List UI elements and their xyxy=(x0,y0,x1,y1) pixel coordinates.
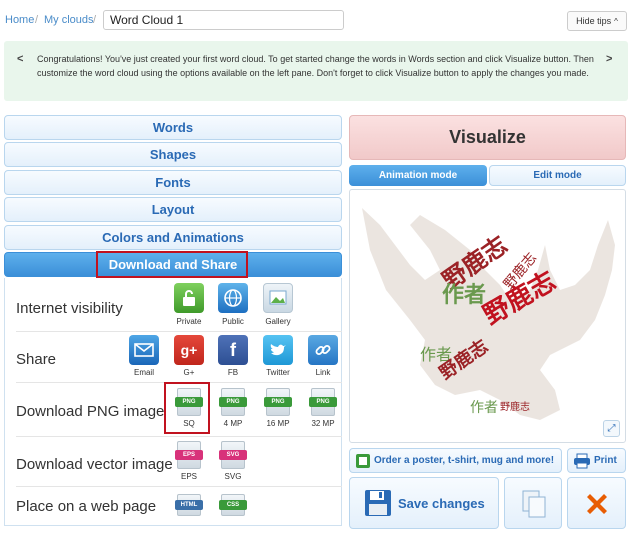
order-merch-label: Order a poster, t-shirt, mug and more! xyxy=(374,455,555,466)
breadcrumb-home-link[interactable]: Home xyxy=(5,14,34,26)
svg-icon[interactable]: SVG xyxy=(219,441,247,469)
share-twitter-caption: Twitter xyxy=(266,368,290,377)
file-tag: PNG xyxy=(264,397,292,407)
globe-icon[interactable] xyxy=(218,283,248,313)
link-icon[interactable] xyxy=(308,335,338,365)
chevron-up-icon: ^ xyxy=(614,16,618,26)
png-32mp-icon[interactable]: PNG xyxy=(309,388,337,416)
eps-caption: EPS xyxy=(180,472,197,481)
web-label: Place on a web page xyxy=(16,498,157,515)
cloud-word: 作者 xyxy=(470,400,498,416)
accordion-shapes[interactable]: Shapes xyxy=(4,142,342,167)
facebook-icon[interactable]: f xyxy=(218,335,248,365)
png-label: Download PNG image xyxy=(16,403,165,420)
lock-icon[interactable] xyxy=(174,283,204,313)
visibility-label: Internet visibility xyxy=(16,300,123,317)
tip-next-icon[interactable]: > xyxy=(606,53,612,65)
row-separator xyxy=(16,331,342,332)
order-merch-button[interactable]: Order a poster, t-shirt, mug and more! xyxy=(349,448,562,473)
hide-tips-label: Hide tips xyxy=(576,16,612,26)
visibility-gallery-caption: Gallery xyxy=(265,317,291,326)
visibility-public-caption: Public xyxy=(222,317,244,326)
download-share-panel: Internet visibility Private Public Galle… xyxy=(4,278,342,526)
word-cloud-image: 野鹿志 作者 野鹿志 野鹿志 作者 野鹿志 作者 野鹿志 xyxy=(362,208,615,420)
vector-label: Download vector image xyxy=(16,456,173,473)
png-32mp-caption: 32 MP xyxy=(311,419,335,428)
share-label: Share xyxy=(16,351,57,368)
delete-button[interactable] xyxy=(567,477,626,529)
breadcrumb-separator: / xyxy=(35,14,39,26)
share-fb-caption: FB xyxy=(227,368,239,377)
visualize-button[interactable]: Visualize xyxy=(349,115,626,160)
svg-caption: SVG xyxy=(224,472,242,481)
highlight-box xyxy=(164,382,210,434)
poster-icon xyxy=(356,454,370,468)
word-cloud-canvas[interactable]: 野鹿志 作者 野鹿志 野鹿志 作者 野鹿志 作者 野鹿志 ⤢ xyxy=(349,189,626,443)
share-link-caption: Link xyxy=(315,368,331,377)
gallery-icon[interactable] xyxy=(263,283,293,313)
save-changes-label: Save changes xyxy=(398,496,485,511)
file-tag: SVG xyxy=(219,450,247,460)
file-tag: EPS xyxy=(175,450,203,460)
file-tag: CSS xyxy=(219,500,247,510)
png-4mp-caption: 4 MP xyxy=(223,419,243,428)
png-16mp-icon[interactable]: PNG xyxy=(264,388,292,416)
accordion-words[interactable]: Words xyxy=(4,115,342,140)
tips-text: Congratulations! You've just created you… xyxy=(37,54,594,78)
css-icon[interactable]: CSS xyxy=(219,494,247,516)
accordion-fonts[interactable]: Fonts xyxy=(4,170,342,195)
row-separator xyxy=(16,436,342,437)
google-plus-icon[interactable]: g+ xyxy=(174,335,204,365)
share-email-caption: Email xyxy=(133,368,154,377)
accordion-colors-animations[interactable]: Colors and Animations xyxy=(4,225,342,250)
share-gplus-caption: G+ xyxy=(183,368,195,377)
tips-banner: < Congratulations! You've just created y… xyxy=(4,41,628,101)
envelope-icon[interactable] xyxy=(129,335,159,365)
cloud-title-input[interactable] xyxy=(103,10,344,30)
top-bar: Home / My clouds / Hide tips ^ xyxy=(0,0,640,36)
png-4mp-icon[interactable]: PNG xyxy=(219,388,247,416)
tip-prev-icon[interactable]: < xyxy=(17,53,23,65)
tab-animation-mode[interactable]: Animation mode xyxy=(349,165,487,186)
html-icon[interactable]: HTML xyxy=(175,494,203,516)
expand-icon[interactable]: ⤢ xyxy=(603,420,620,437)
cloud-word: 野鹿志 xyxy=(500,400,530,413)
floppy-disk-icon xyxy=(365,490,391,516)
copy-icon xyxy=(522,490,546,518)
close-icon xyxy=(587,494,607,514)
breadcrumb-separator: / xyxy=(93,14,97,26)
png-16mp-caption: 16 MP xyxy=(266,419,290,428)
twitter-icon[interactable] xyxy=(263,335,293,365)
duplicate-button[interactable] xyxy=(504,477,562,529)
row-separator xyxy=(16,486,342,487)
hide-tips-button[interactable]: Hide tips ^ xyxy=(567,11,627,31)
file-tag: HTML xyxy=(175,500,203,510)
breadcrumb-my-clouds-link[interactable]: My clouds xyxy=(44,14,94,26)
visibility-private-caption: Private xyxy=(176,317,202,326)
printer-icon xyxy=(574,453,590,469)
highlight-box xyxy=(96,251,248,278)
print-button[interactable]: Print xyxy=(567,448,626,473)
file-tag: PNG xyxy=(309,397,337,407)
eps-icon[interactable]: EPS xyxy=(175,441,203,469)
save-changes-button[interactable]: Save changes xyxy=(349,477,499,529)
tab-edit-mode[interactable]: Edit mode xyxy=(489,165,626,186)
accordion-layout[interactable]: Layout xyxy=(4,197,342,222)
file-tag: PNG xyxy=(219,397,247,407)
print-label: Print xyxy=(594,455,617,466)
